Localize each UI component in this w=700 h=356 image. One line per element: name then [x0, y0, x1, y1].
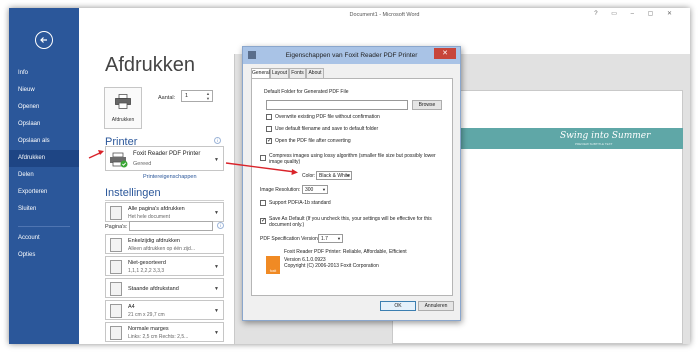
- annotation-arrows: [88, 150, 298, 175]
- sidebar-to-printer-arrow: [88, 150, 104, 159]
- printer-to-color-arrow: [225, 162, 298, 175]
- word-window: Info Nieuw Openen Opslaan Opslaan als Af…: [9, 8, 690, 344]
